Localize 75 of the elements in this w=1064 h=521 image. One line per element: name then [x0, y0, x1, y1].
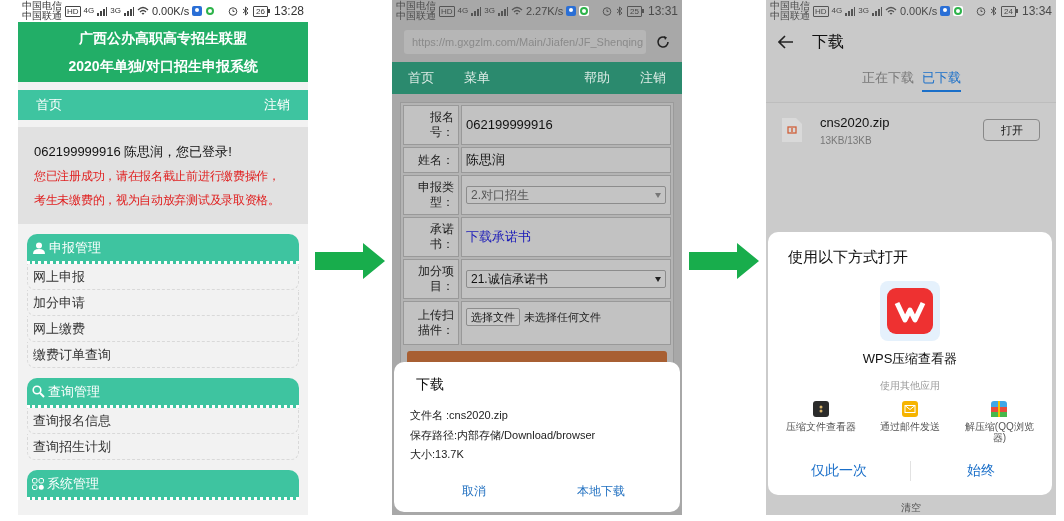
clock-time: 13:28 [273, 5, 304, 17]
network-type: 4G [831, 7, 843, 15]
network-type: 3G [484, 7, 495, 15]
field-value: 陈思润 [466, 151, 505, 170]
file-size: 13KB/13KB [820, 133, 873, 148]
header-title: 广西公办高职高专招生联盟 [79, 29, 247, 48]
form-label: 承诺书： [403, 217, 459, 257]
network-type: 3G [858, 7, 869, 15]
header-title: 2020年单独/对口招生申报系统 [68, 57, 258, 76]
page-title: 下载 [812, 32, 844, 52]
section-title: 系统管理 [47, 474, 99, 493]
carrier-name: 中国联通 [396, 11, 436, 21]
file-status: 未选择任何文件 [524, 309, 601, 325]
dialog-detail: 大小:13.7K [410, 447, 465, 462]
app-name: WPS压缩查看器 [862, 349, 958, 368]
clock-time: 13:34 [1021, 5, 1052, 17]
dialog-button[interactable]: 本地下载 [537, 482, 664, 500]
dialog-title: 使用以下方式打开 [788, 247, 908, 267]
form-label: 上传扫描件： [403, 301, 459, 345]
menu-item[interactable]: 网上缴费 [27, 316, 299, 342]
dialog-button[interactable]: 始终 [910, 460, 1052, 481]
network-speed: 0.00K/s [151, 5, 190, 17]
choose-file-button[interactable]: 选择文件 [466, 308, 520, 326]
menu-item[interactable]: 网上申报 [27, 264, 299, 290]
nav-link[interactable]: 注销 [640, 68, 666, 88]
nav-link[interactable]: 菜单 [464, 68, 490, 88]
carrier-name: 中国电信 [396, 1, 436, 11]
menu-item[interactable]: 查询报名信息 [27, 408, 299, 434]
carrier-name: 中国电信 [22, 1, 62, 11]
tab[interactable]: 正在下载 [861, 68, 914, 92]
hd-badge: HD [439, 5, 455, 17]
menu-item[interactable]: 加分申请 [27, 290, 299, 316]
download-link[interactable]: 下载承诺书 [466, 227, 531, 247]
hd-badge: HD [65, 5, 81, 17]
dialog-button[interactable]: 取消 [410, 482, 537, 500]
network-speed: 0.00K/s [899, 5, 938, 17]
file-name: cns2020.zip [820, 114, 891, 132]
app-option[interactable]: 解压缩(QQ浏览器) [954, 401, 1044, 443]
carrier-name: 中国联通 [770, 11, 810, 21]
menu-item[interactable]: 缴费订单查询 [27, 342, 299, 368]
dialog-title: 下载 [416, 375, 445, 394]
battery-icon: 26 [253, 5, 270, 17]
section-title: 申报管理 [49, 238, 101, 257]
dialog-detail: 保存路径:内部存储/Download/browser [410, 427, 597, 443]
nav-link[interactable]: 首页 [408, 68, 434, 88]
network-type: 3G [110, 7, 121, 15]
warning-text: 您已注册成功，请在报名截止前进行缴费操作， [34, 168, 281, 186]
form-label: 申报类型： [403, 175, 459, 215]
app-option[interactable]: 通过邮件发送 [865, 401, 955, 443]
section-title: 查询管理 [48, 382, 100, 401]
select-field[interactable]: 21.诚信承诺书 [466, 270, 666, 288]
form-label: 报名号： [403, 105, 459, 145]
network-speed: 2.27K/s [525, 5, 564, 17]
clock-time: 13:31 [647, 5, 678, 17]
carrier-name: 中国联通 [22, 11, 62, 21]
app-option[interactable]: 压缩文件查看器 [776, 401, 866, 443]
carrier-name: 中国电信 [770, 1, 810, 11]
hd-badge: HD [813, 5, 829, 17]
form-label: 姓名： [403, 147, 459, 173]
warning-text: 考生未缴费的，视为自动放弃测试及录取资格。 [34, 192, 281, 210]
battery-icon: 24 [1001, 5, 1018, 17]
other-apps-label: 使用其他应用 [880, 379, 940, 393]
clear-label[interactable]: 清空 [766, 502, 1056, 513]
field-value: 062199999916 [466, 116, 553, 135]
network-type: 4G [83, 7, 95, 15]
open-button[interactable]: 打开 [983, 119, 1040, 142]
dialog-button[interactable]: 仅此一次 [768, 460, 910, 481]
battery-icon: 25 [627, 5, 644, 17]
network-type: 4G [457, 7, 469, 15]
menu-item[interactable]: 查询招生计划 [27, 434, 299, 460]
form-label: 加分项目： [403, 259, 459, 299]
login-message: 062199999916 陈思润，您已登录! [34, 142, 233, 161]
nav-link[interactable]: 帮助 [584, 68, 610, 88]
tab[interactable]: 已下载 [921, 68, 961, 92]
dialog-detail: 文件名 :cns2020.zip [410, 408, 509, 423]
